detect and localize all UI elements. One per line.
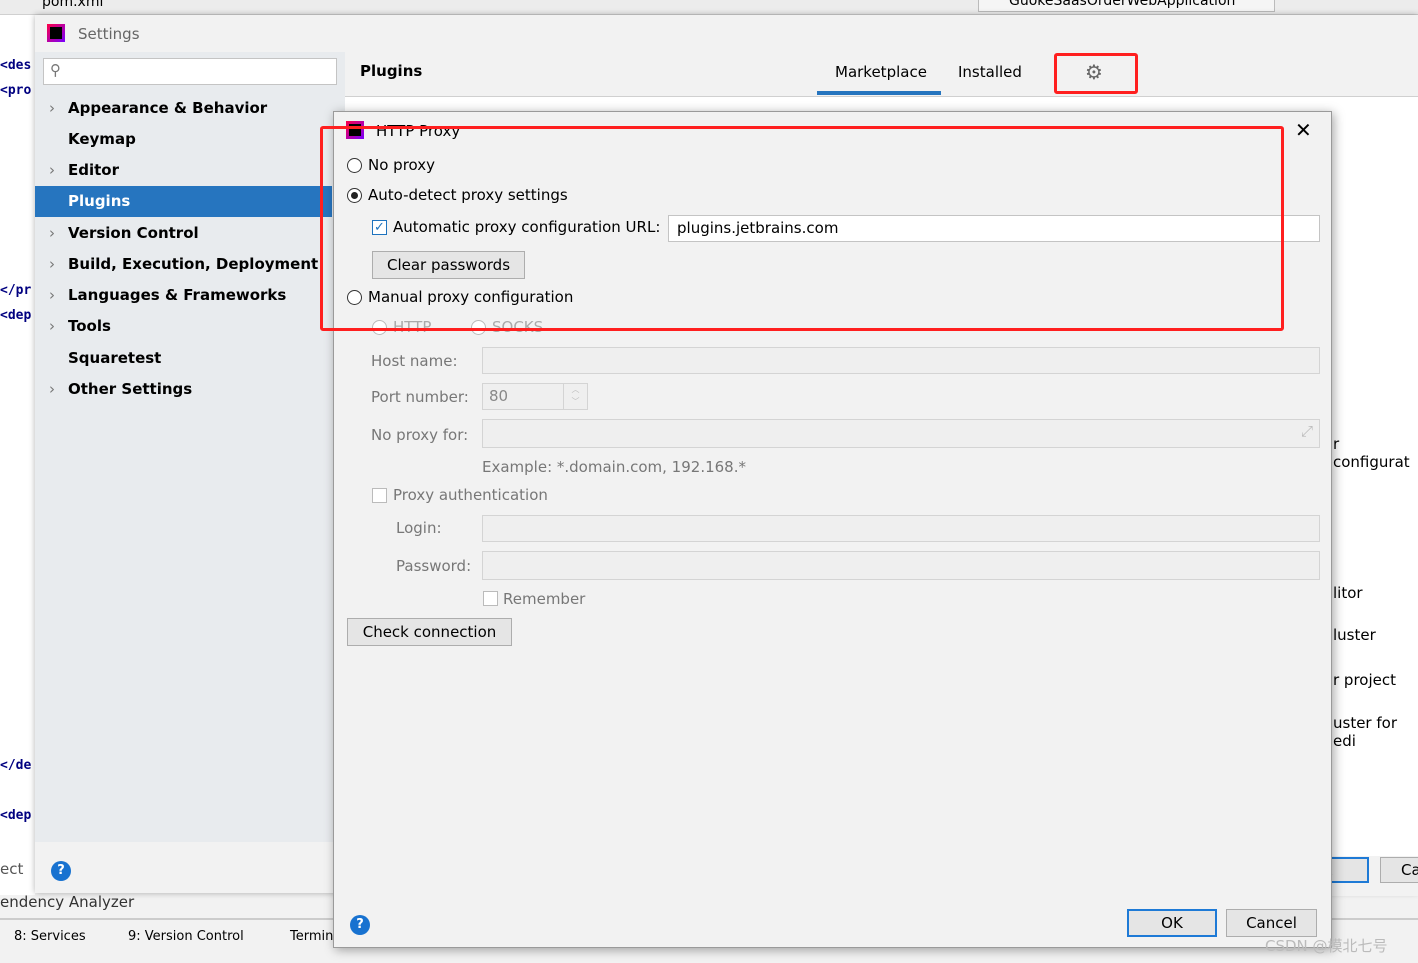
sidebar-item[interactable]: Plugins [35, 186, 332, 217]
sidebar-item-label: Tools [68, 317, 111, 335]
terminal-tab[interactable]: Termin [290, 929, 333, 944]
panel-title: Plugins [360, 62, 423, 80]
login-label: Login: [396, 519, 442, 537]
host-name-label: Host name: [371, 352, 458, 370]
check-connection-label: Check connection [362, 623, 497, 641]
remember-label: Remember [503, 590, 586, 608]
code-line: <dep [0, 308, 32, 323]
cancel-label: Cancel [1246, 914, 1297, 932]
help-icon[interactable]: ? [350, 915, 370, 935]
chevron-right-icon[interactable]: › [49, 249, 55, 280]
sidebar-item-label: Editor [68, 161, 119, 179]
code-line: </pr [0, 283, 32, 298]
sidebar-item[interactable]: › Languages & Frameworks [35, 280, 332, 311]
sidebar-item-label: Languages & Frameworks [68, 286, 287, 304]
highlight-box [320, 126, 1284, 331]
left-text: ect [0, 860, 24, 878]
services-tab[interactable]: 8: Services [14, 929, 86, 944]
settings-cancel-button[interactable]: Ca [1380, 857, 1418, 883]
chevron-right-icon[interactable]: › [49, 280, 55, 311]
intellij-logo-icon [47, 24, 65, 42]
sidebar-item-label: Squaretest [68, 349, 162, 367]
sidebar-item[interactable]: Squaretest [35, 343, 332, 374]
settings-search-input[interactable]: ⚲ [43, 58, 337, 85]
highlight-box [1054, 53, 1138, 94]
watermark: CSDN @模北七号 [1265, 937, 1388, 955]
dependency-analyzer-label[interactable]: endency Analyzer [0, 893, 134, 911]
bg-text: r project [1333, 671, 1396, 689]
example-hint: Example: *.domain.com, 192.168.* [482, 458, 746, 476]
sidebar-item[interactable]: › Build, Execution, Deployment [35, 249, 332, 280]
tab-marketplace[interactable]: Marketplace [835, 63, 927, 81]
port-value: 80 [489, 387, 509, 405]
host-name-input[interactable] [482, 347, 1320, 374]
file-tab[interactable]: pom.xml [42, 0, 103, 10]
ide-top-bar: pom.xml GuokeSaasOrderWebApplication [0, 0, 1418, 15]
ok-button[interactable]: OK [1127, 909, 1217, 937]
password-input[interactable] [482, 551, 1320, 580]
tab-installed[interactable]: Installed [958, 63, 1022, 81]
cancel-label: Ca [1401, 861, 1418, 879]
chevron-right-icon[interactable]: › [49, 155, 55, 186]
proxy-auth-checkbox[interactable] [372, 488, 387, 503]
cancel-button[interactable]: Cancel [1226, 909, 1317, 937]
bg-text: r configurat [1333, 435, 1410, 471]
ok-label: OK [1161, 914, 1183, 932]
no-proxy-for-input[interactable]: ⤢ [482, 419, 1320, 448]
active-tab-indicator [817, 91, 941, 95]
chevron-right-icon[interactable]: › [49, 311, 55, 342]
no-proxy-for-label: No proxy for: [371, 426, 469, 444]
sidebar-item-label: Plugins [68, 192, 131, 210]
sidebar-item[interactable]: › Other Settings [35, 374, 332, 405]
code-line: <des [0, 58, 32, 73]
proxy-auth-label: Proxy authentication [393, 486, 548, 504]
sidebar-item-label: Version Control [68, 224, 199, 242]
search-icon: ⚲ [50, 61, 61, 79]
version-control-tab[interactable]: 9: Version Control [128, 929, 244, 944]
sidebar-item[interactable]: › Tools [35, 311, 332, 342]
sidebar-item-label: Other Settings [68, 380, 193, 398]
sidebar-item-label: Build, Execution, Deployment [68, 255, 319, 273]
check-connection-button[interactable]: Check connection [347, 618, 512, 646]
run-config-select[interactable]: GuokeSaasOrderWebApplication [978, 0, 1275, 12]
chevron-right-icon[interactable]: › [49, 93, 55, 124]
sidebar-item[interactable]: Keymap [35, 124, 332, 155]
login-input[interactable] [482, 515, 1320, 542]
bg-text: uster for edi [1333, 714, 1397, 750]
code-line: </de [0, 758, 32, 773]
bg-text: luster [1333, 626, 1376, 644]
bg-text: litor [1333, 584, 1363, 602]
password-label: Password: [396, 557, 472, 575]
code-line: <dep [0, 808, 32, 823]
expand-icon[interactable]: ⤢ [1301, 422, 1313, 440]
sidebar-item[interactable]: › Editor [35, 155, 332, 186]
port-number-label: Port number: [371, 388, 469, 406]
sidebar-item[interactable]: › Version Control [35, 218, 332, 249]
help-icon[interactable]: ? [51, 861, 71, 881]
remember-checkbox[interactable] [483, 591, 498, 606]
code-line: <pro [0, 83, 32, 98]
chevron-right-icon[interactable]: › [49, 218, 55, 249]
port-number-stepper[interactable]: 80 ︿ ﹀ [482, 383, 588, 410]
sidebar-item-label: Keymap [68, 130, 136, 148]
run-config-label: GuokeSaasOrderWebApplication [1009, 0, 1236, 9]
sidebar-item[interactable]: › Appearance & Behavior [35, 93, 332, 124]
stepper-arrows-icon[interactable]: ︿ ﹀ [563, 384, 587, 409]
chevron-right-icon[interactable]: › [49, 374, 55, 405]
settings-title: Settings [78, 25, 140, 43]
close-icon[interactable]: ✕ [1295, 118, 1312, 142]
sidebar-item-label: Appearance & Behavior [68, 99, 268, 117]
